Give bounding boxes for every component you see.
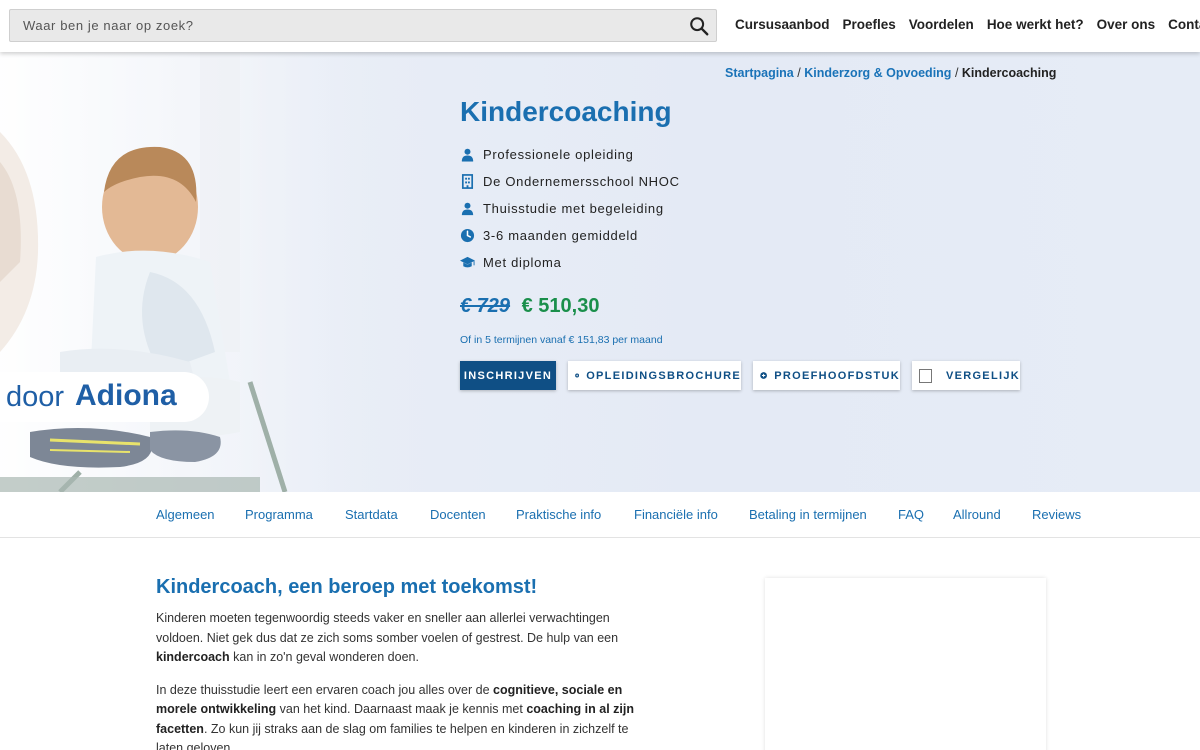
building-icon — [461, 174, 474, 189]
nav-cursusaanbod[interactable]: Cursusaanbod — [735, 17, 830, 32]
plus-circle-icon — [575, 373, 580, 378]
tab-financiele-info[interactable]: Financiële info — [634, 507, 718, 522]
tab-startdata[interactable]: Startdata — [345, 507, 398, 522]
course-features: Professionele opleiding De Ondernemerssc… — [460, 141, 680, 276]
plus-circle-icon — [760, 372, 767, 379]
tab-programma[interactable]: Programma — [245, 507, 313, 522]
feature-item: Professionele opleiding — [460, 141, 680, 168]
feature-label: Professionele opleiding — [483, 147, 634, 162]
clock-icon — [460, 228, 475, 243]
compare-button-label: VERGELIJK — [945, 369, 1020, 382]
search-icon[interactable] — [688, 15, 710, 37]
nav-contact[interactable]: Contact — [1168, 17, 1200, 32]
feature-item: De Ondernemersschool NHOC — [460, 168, 680, 195]
provider-badge: door Adiona — [0, 372, 209, 422]
installments-text: Of in 5 termijnen vanaf € 151,83 per maa… — [460, 334, 663, 346]
section-heading: Kindercoach, een beroep met toekomst! — [156, 576, 538, 598]
feature-label: Thuisstudie met begeleiding — [483, 201, 664, 216]
enroll-button[interactable]: INSCHRIJVEN — [460, 361, 556, 390]
compare-checkbox[interactable] — [919, 368, 932, 383]
feature-label: De Ondernemersschool NHOC — [483, 174, 680, 189]
person-icon — [461, 202, 474, 216]
breadcrumb-category[interactable]: Kinderzorg & Opvoeding — [804, 66, 951, 80]
tab-docenten[interactable]: Docenten — [430, 507, 486, 522]
page-title: Kindercoaching — [460, 96, 672, 127]
nav-voordelen[interactable]: Voordelen — [909, 17, 974, 32]
tab-praktische-info[interactable]: Praktische info — [516, 507, 601, 522]
nav-over-ons[interactable]: Over ons — [1097, 17, 1156, 32]
compare-button[interactable]: VERGELIJK — [912, 361, 1020, 390]
person-icon — [461, 148, 474, 162]
brochure-button-label: OPLEIDINGSBROCHURE — [586, 369, 741, 382]
sample-chapter-button-label: PROEFHOOFDSTUK — [774, 369, 900, 382]
breadcrumb-separator: / — [954, 66, 959, 80]
tab-faq[interactable]: FAQ — [898, 507, 924, 522]
breadcrumb-separator: / — [797, 66, 801, 80]
tab-algemeen[interactable]: Algemeen — [156, 507, 215, 522]
graduation-cap-icon — [460, 256, 475, 268]
hero-child-photo — [0, 52, 430, 492]
breadcrumb-home[interactable]: Startpagina — [725, 66, 794, 80]
course-description: Kindercoach, een beroep met toekomst! Ki… — [156, 576, 646, 750]
feature-item: Thuisstudie met begeleiding — [460, 195, 680, 222]
breadcrumb: Startpagina / Kinderzorg & Opvoeding / K… — [725, 66, 1056, 80]
feature-item: 3-6 maanden gemiddeld — [460, 222, 680, 249]
course-hero: door Adiona Startpagina / Kinderzorg & O… — [0, 52, 1200, 492]
price-block: € 729 € 510,30 — [460, 295, 599, 318]
tab-reviews[interactable]: Reviews — [1032, 507, 1081, 522]
breadcrumb-current: Kindercoaching — [961, 66, 1057, 80]
search-bar — [9, 9, 717, 42]
feature-label: Met diploma — [483, 255, 562, 270]
nav-proefles[interactable]: Proefles — [843, 17, 896, 32]
sidebar-card — [765, 578, 1046, 750]
course-tabs: Algemeen Programma Startdata Docenten Pr… — [0, 492, 1200, 538]
main-nav: Cursusaanbod Proefles Voordelen Hoe werk… — [735, 17, 1200, 32]
search-input[interactable] — [10, 10, 680, 41]
top-header: Cursusaanbod Proefles Voordelen Hoe werk… — [0, 0, 1200, 52]
feature-label: 3-6 maanden gemiddeld — [483, 228, 638, 243]
body-paragraph: In deze thuisstudie leert een ervaren co… — [156, 682, 634, 750]
badge-prefix: door — [6, 381, 65, 413]
brochure-button[interactable]: OPLEIDINGSBROCHURE — [568, 361, 741, 390]
badge-brand-logo: Adiona — [75, 379, 177, 412]
tab-betaling-in-termijnen[interactable]: Betaling in termijnen — [749, 507, 867, 522]
old-price: € 729 — [460, 295, 511, 317]
tab-allround[interactable]: Allround — [953, 507, 1001, 522]
sample-chapter-button[interactable]: PROEFHOOFDSTUK — [753, 361, 900, 390]
feature-item: Met diploma — [460, 249, 680, 276]
sale-price: € 510,30 — [521, 295, 600, 317]
intro-paragraph: Kinderen moeten tegenwoordig steeds vake… — [156, 611, 619, 664]
nav-hoe-werkt-het[interactable]: Hoe werkt het? — [987, 17, 1084, 32]
